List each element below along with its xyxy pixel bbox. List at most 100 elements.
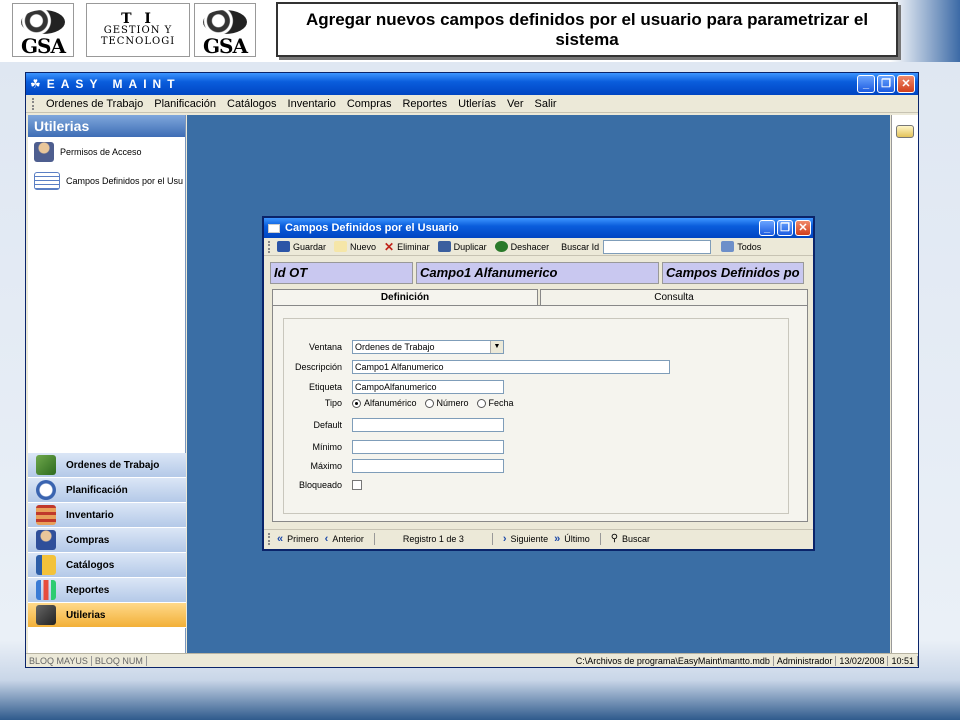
row-default: Default (284, 418, 504, 432)
status-num: BLOQ NUM (92, 655, 147, 666)
menu-salir[interactable]: Salir (535, 98, 557, 110)
nav-label: Inventario (66, 509, 114, 521)
tab-consulta[interactable]: Consulta (540, 289, 808, 306)
dialog-title: Campos Definidos por el Usuario (285, 222, 459, 234)
chevron-down-icon[interactable]: ▼ (490, 341, 503, 353)
left-item-label: Campos Definidos por el Usu (66, 176, 184, 186)
menu-compras[interactable]: Compras (347, 98, 392, 110)
dialog-window-controls: _ ❐ ✕ (759, 220, 811, 236)
separator (373, 532, 375, 545)
default-input[interactable] (352, 418, 504, 432)
minimo-input[interactable] (352, 440, 504, 454)
gsa-logo-right: GSA (194, 3, 256, 57)
nav-planificacion[interactable]: Planificación (28, 478, 186, 503)
nuevo-button[interactable]: Nuevo (334, 241, 376, 252)
app-titlebar: ☘ EASY MAINT _ ❐ ✕ (26, 73, 918, 95)
ti-logo-line2: GESTION Y (103, 25, 173, 36)
nav-utilerias[interactable]: Utilerias (28, 603, 186, 628)
dialog-minimize-button[interactable]: _ (759, 220, 775, 236)
app-logo-icon: ☘ (30, 77, 41, 91)
note-icon[interactable] (896, 125, 914, 138)
menu-utilerias[interactable]: Utlerías (458, 98, 496, 110)
nav-label: Reportes (66, 584, 110, 596)
nav-inventario[interactable]: Inventario (28, 503, 186, 528)
radio-label: Fecha (488, 398, 514, 408)
left-item-campos[interactable]: Campos Definidos por el Usu (28, 167, 185, 195)
minimo-label: Mínimo (312, 442, 342, 452)
definicion-panel: Ventana Ordenes de Trabajo ▼ Descripción… (272, 305, 808, 522)
next-icon: › (502, 532, 507, 545)
form-icon (34, 172, 60, 190)
ventana-select[interactable]: Ordenes de Trabajo ▼ (352, 340, 504, 354)
maximize-button[interactable]: ❐ (877, 75, 895, 93)
maximo-input[interactable] (352, 459, 504, 473)
record-header: Id OT Campo1 Alfanumerico Campos Definid… (270, 262, 804, 284)
slide-title-box: Agregar nuevos campos definidos por el u… (276, 2, 898, 57)
eliminar-button[interactable]: ✕ Eliminar (384, 240, 430, 254)
first-icon: « (277, 532, 284, 545)
tipo-radio-alfanumerico[interactable]: Alfanumérico (352, 398, 417, 408)
primero-button[interactable]: « Primero (277, 533, 319, 545)
status-db-path: C:\Archivos de programa\EasyMaint\mantto… (573, 655, 774, 666)
chart-icon (36, 580, 56, 600)
siguiente-button[interactable]: › Siguiente (503, 533, 548, 545)
dialog-titlebar: Campos Definidos por el Usuario _ ❐ ✕ (264, 218, 813, 238)
maximo-label: Máximo (310, 461, 342, 471)
gsa-logo-left: GSA (12, 3, 74, 57)
left-panel-header: Utilerias (28, 115, 185, 137)
deshacer-label: Deshacer (510, 241, 550, 252)
bloqueado-checkbox[interactable] (352, 480, 362, 490)
menu-reportes[interactable]: Reportes (402, 98, 447, 110)
nav-label: Ordenes de Trabajo (66, 459, 160, 471)
nav-ordenes[interactable]: Ordenes de Trabajo (28, 453, 186, 478)
ventana-value: Ordenes de Trabajo (355, 342, 435, 352)
gsa-swirl-icon (203, 10, 247, 34)
dialog-toolbar: Guardar Nuevo ✕ Eliminar Duplicar Deshac… (264, 238, 813, 256)
anterior-button[interactable]: ‹ Anterior (325, 533, 364, 545)
tipo-radio-numero[interactable]: Número (424, 398, 469, 408)
eliminar-label: Eliminar (397, 241, 430, 252)
gsa-logo-text: GSA (20, 34, 66, 58)
descripcion-input[interactable]: Campo1 Alfanumerico (352, 360, 670, 374)
catalog-icon (36, 555, 56, 575)
status-caps: BLOQ MAYUS (26, 655, 92, 666)
radio-label: Número (436, 398, 469, 408)
minimize-button[interactable]: _ (857, 75, 875, 93)
buscar-id-input[interactable] (603, 239, 712, 254)
nav-catalogos[interactable]: Catálogos (28, 553, 186, 578)
gsa-swirl-icon (21, 10, 65, 34)
toolbar-grip[interactable] (268, 240, 271, 253)
tipo-radio-fecha[interactable]: Fecha (476, 398, 514, 408)
status-bar: BLOQ MAYUS BLOQ NUM C:\Archivos de progr… (26, 653, 918, 667)
etiqueta-input[interactable]: CampoAlfanumerico (352, 380, 504, 394)
dialog-close-button[interactable]: ✕ (795, 220, 811, 236)
menu-inventario[interactable]: Inventario (288, 98, 336, 110)
dialog-maximize-button[interactable]: ❐ (777, 220, 793, 236)
duplicar-button[interactable]: Duplicar (437, 241, 487, 252)
record-id-cell: Id OT (270, 262, 413, 284)
left-item-permisos[interactable]: Permisos de Acceso (28, 137, 185, 167)
menu-planificacion[interactable]: Planificación (154, 98, 216, 110)
nav-reportes[interactable]: Reportes (28, 578, 186, 603)
ultimo-label: Último (564, 533, 590, 544)
todos-button[interactable]: Todos (721, 241, 761, 252)
deshacer-button[interactable]: Deshacer (494, 241, 550, 252)
guardar-button[interactable]: Guardar (277, 241, 326, 252)
menu-ordenes[interactable]: Ordenes de Trabajo (46, 98, 143, 110)
row-descripcion: Descripción Campo1 Alfanumerico (284, 360, 670, 374)
nav-label: Utilerias (66, 609, 106, 621)
row-ventana: Ventana Ordenes de Trabajo ▼ (284, 340, 504, 354)
buscar-button[interactable]: ⚲ Buscar (611, 533, 650, 544)
user-lock-icon (34, 142, 54, 162)
toolbar-grip[interactable] (268, 532, 271, 545)
menu-ver[interactable]: Ver (507, 98, 524, 110)
toolbar-grip[interactable] (32, 97, 35, 110)
nav-compras[interactable]: Compras (28, 528, 186, 553)
menu-catalogos[interactable]: Catálogos (227, 98, 277, 110)
row-minimo: Mínimo (284, 440, 504, 454)
ultimo-button[interactable]: » Último (554, 533, 590, 545)
etiqueta-label: Etiqueta (308, 382, 342, 392)
duplicar-label: Duplicar (453, 241, 487, 252)
ventana-label: Ventana (308, 342, 342, 352)
close-button[interactable]: ✕ (897, 75, 915, 93)
